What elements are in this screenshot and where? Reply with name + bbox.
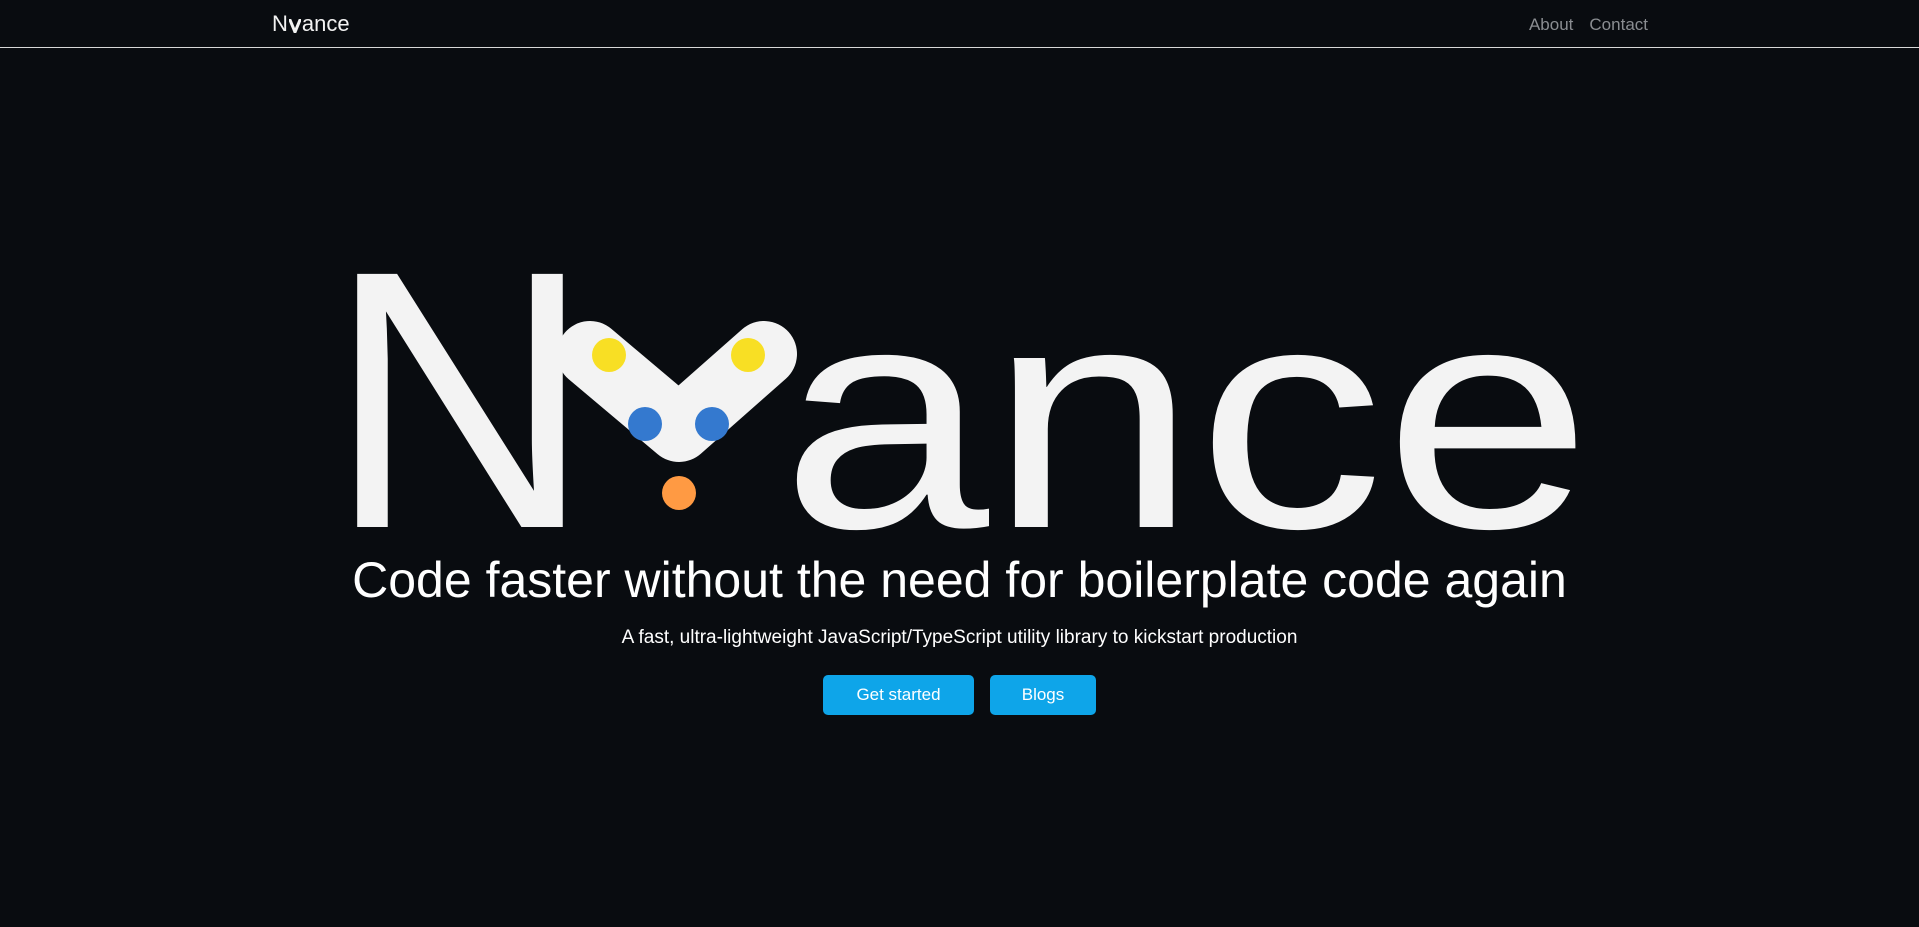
- blogs-button[interactable]: Blogs: [990, 675, 1096, 715]
- yellow-dot-left: [592, 338, 626, 372]
- hero-subtitle: A fast, ultra-lightweight JavaScript/Typ…: [621, 627, 1298, 648]
- cta-buttons: Get started Blogs: [0, 675, 1919, 715]
- yellow-dot-right: [731, 338, 765, 372]
- hero-logo-ance: ance: [781, 255, 1592, 537]
- hero-logo-n: N: [327, 255, 593, 537]
- hero-tagline: Code faster without the need for boilerp…: [352, 552, 1567, 608]
- hero-logo: N ance: [327, 255, 1592, 537]
- blue-dot-left: [628, 407, 662, 441]
- nav-logo-v-icon: [288, 19, 301, 33]
- navbar: N ance About Contact: [0, 0, 1919, 48]
- blue-dot-right: [695, 407, 729, 441]
- nav-link-about[interactable]: About: [1529, 15, 1573, 35]
- nav-link-contact[interactable]: Contact: [1589, 15, 1648, 35]
- orange-dot: [662, 476, 696, 510]
- get-started-button[interactable]: Get started: [823, 675, 974, 715]
- hero-logo-v-icon: [557, 321, 797, 510]
- nav-links: About Contact: [1529, 15, 1648, 35]
- nav-logo-ance: ance: [301, 11, 350, 36]
- nav-logo[interactable]: N ance: [272, 11, 350, 36]
- nav-logo-n: N: [272, 11, 288, 36]
